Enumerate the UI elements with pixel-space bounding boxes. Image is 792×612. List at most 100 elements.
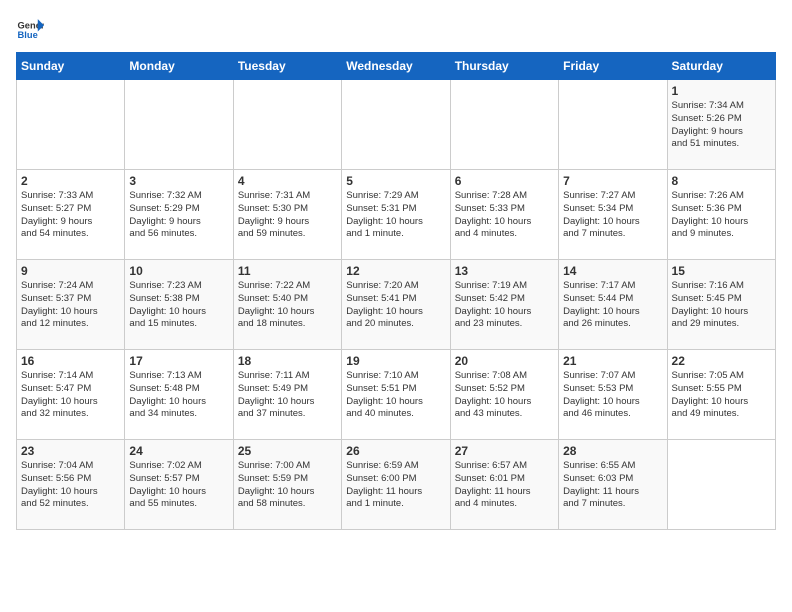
day-number: 7 <box>563 174 662 188</box>
calendar-cell <box>559 80 667 170</box>
weekday-header-friday: Friday <box>559 53 667 80</box>
day-info: Sunrise: 7:19 AM Sunset: 5:42 PM Dayligh… <box>455 280 554 331</box>
day-number: 3 <box>129 174 228 188</box>
calendar-cell: 23 Sunrise: 7:04 AM Sunset: 5:56 PM Dayli… <box>17 440 125 530</box>
day-info: Sunrise: 7:34 AM Sunset: 5:26 PM Dayligh… <box>672 100 771 151</box>
day-number: 28 <box>563 444 662 458</box>
day-info: Sunrise: 7:13 AM Sunset: 5:48 PM Dayligh… <box>129 370 228 421</box>
day-info: Sunrise: 7:32 AM Sunset: 5:29 PM Dayligh… <box>129 190 228 241</box>
svg-text:Blue: Blue <box>18 30 38 40</box>
calendar-cell <box>233 80 341 170</box>
calendar-cell <box>450 80 558 170</box>
day-info: Sunrise: 7:28 AM Sunset: 5:33 PM Dayligh… <box>455 190 554 241</box>
day-number: 1 <box>672 84 771 98</box>
calendar-cell <box>17 80 125 170</box>
week-row-2: 2Sunrise: 7:33 AM Sunset: 5:27 PM Daylig… <box>17 170 776 260</box>
week-row-4: 16 Sunrise: 7:14 AM Sunset: 5:47 PM Dayli… <box>17 350 776 440</box>
day-number: 17 <box>129 354 228 368</box>
calendar-cell: 10 Sunrise: 7:23 AM Sunset: 5:38 PM Dayli… <box>125 260 233 350</box>
calendar-cell: 19 Sunrise: 7:10 AM Sunset: 5:51 PM Dayli… <box>342 350 450 440</box>
calendar-cell <box>125 80 233 170</box>
day-info: Sunrise: 7:22 AM Sunset: 5:40 PM Dayligh… <box>238 280 337 331</box>
day-info: Sunrise: 7:05 AM Sunset: 5:55 PM Dayligh… <box>672 370 771 421</box>
weekday-header-row: SundayMondayTuesdayWednesdayThursdayFrid… <box>17 53 776 80</box>
calendar-cell: 15 Sunrise: 7:16 AM Sunset: 5:45 PM Dayli… <box>667 260 775 350</box>
day-info: Sunrise: 6:59 AM Sunset: 6:00 PM Dayligh… <box>346 460 445 511</box>
day-number: 24 <box>129 444 228 458</box>
day-number: 22 <box>672 354 771 368</box>
week-row-1: 1 Sunrise: 7:34 AM Sunset: 5:26 PM Daylig… <box>17 80 776 170</box>
day-info: Sunrise: 7:23 AM Sunset: 5:38 PM Dayligh… <box>129 280 228 331</box>
day-info: Sunrise: 7:33 AM Sunset: 5:27 PM Dayligh… <box>21 190 120 241</box>
week-row-5: 23 Sunrise: 7:04 AM Sunset: 5:56 PM Dayli… <box>17 440 776 530</box>
day-number: 13 <box>455 264 554 278</box>
calendar-cell: 13 Sunrise: 7:19 AM Sunset: 5:42 PM Dayli… <box>450 260 558 350</box>
day-info: Sunrise: 7:24 AM Sunset: 5:37 PM Dayligh… <box>21 280 120 331</box>
weekday-header-wednesday: Wednesday <box>342 53 450 80</box>
day-number: 14 <box>563 264 662 278</box>
calendar-cell: 1 Sunrise: 7:34 AM Sunset: 5:26 PM Daylig… <box>667 80 775 170</box>
day-info: Sunrise: 7:16 AM Sunset: 5:45 PM Dayligh… <box>672 280 771 331</box>
day-info: Sunrise: 7:26 AM Sunset: 5:36 PM Dayligh… <box>672 190 771 241</box>
day-number: 21 <box>563 354 662 368</box>
weekday-header-sunday: Sunday <box>17 53 125 80</box>
day-number: 8 <box>672 174 771 188</box>
day-number: 16 <box>21 354 120 368</box>
day-info: Sunrise: 7:29 AM Sunset: 5:31 PM Dayligh… <box>346 190 445 241</box>
calendar-cell <box>342 80 450 170</box>
day-info: Sunrise: 7:00 AM Sunset: 5:59 PM Dayligh… <box>238 460 337 511</box>
day-info: Sunrise: 7:02 AM Sunset: 5:57 PM Dayligh… <box>129 460 228 511</box>
calendar-cell: 14 Sunrise: 7:17 AM Sunset: 5:44 PM Dayli… <box>559 260 667 350</box>
calendar-cell: 5 Sunrise: 7:29 AM Sunset: 5:31 PM Daylig… <box>342 170 450 260</box>
calendar-cell: 20 Sunrise: 7:08 AM Sunset: 5:52 PM Dayli… <box>450 350 558 440</box>
calendar-cell: 9 Sunrise: 7:24 AM Sunset: 5:37 PM Daylig… <box>17 260 125 350</box>
calendar-cell: 3 Sunrise: 7:32 AM Sunset: 5:29 PM Daylig… <box>125 170 233 260</box>
day-number: 11 <box>238 264 337 278</box>
day-info: Sunrise: 7:04 AM Sunset: 5:56 PM Dayligh… <box>21 460 120 511</box>
day-info: Sunrise: 7:27 AM Sunset: 5:34 PM Dayligh… <box>563 190 662 241</box>
day-number: 23 <box>21 444 120 458</box>
calendar-cell: 24 Sunrise: 7:02 AM Sunset: 5:57 PM Dayli… <box>125 440 233 530</box>
calendar-cell: 27Sunrise: 6:57 AM Sunset: 6:01 PM Dayli… <box>450 440 558 530</box>
day-number: 5 <box>346 174 445 188</box>
week-row-3: 9 Sunrise: 7:24 AM Sunset: 5:37 PM Daylig… <box>17 260 776 350</box>
calendar-cell: 18 Sunrise: 7:11 AM Sunset: 5:49 PM Dayli… <box>233 350 341 440</box>
day-number: 10 <box>129 264 228 278</box>
calendar-cell: 11 Sunrise: 7:22 AM Sunset: 5:40 PM Dayli… <box>233 260 341 350</box>
weekday-header-tuesday: Tuesday <box>233 53 341 80</box>
calendar-cell: 12 Sunrise: 7:20 AM Sunset: 5:41 PM Dayli… <box>342 260 450 350</box>
day-number: 20 <box>455 354 554 368</box>
weekday-header-saturday: Saturday <box>667 53 775 80</box>
calendar-cell <box>667 440 775 530</box>
day-info: Sunrise: 7:07 AM Sunset: 5:53 PM Dayligh… <box>563 370 662 421</box>
calendar-cell: 22 Sunrise: 7:05 AM Sunset: 5:55 PM Dayli… <box>667 350 775 440</box>
day-info: Sunrise: 7:20 AM Sunset: 5:41 PM Dayligh… <box>346 280 445 331</box>
day-info: Sunrise: 7:17 AM Sunset: 5:44 PM Dayligh… <box>563 280 662 331</box>
day-number: 18 <box>238 354 337 368</box>
header: General Blue <box>16 16 776 44</box>
calendar-cell: 28 Sunrise: 6:55 AM Sunset: 6:03 PM Dayli… <box>559 440 667 530</box>
calendar-cell: 8 Sunrise: 7:26 AM Sunset: 5:36 PM Daylig… <box>667 170 775 260</box>
calendar-cell: 21 Sunrise: 7:07 AM Sunset: 5:53 PM Dayli… <box>559 350 667 440</box>
day-info: Sunrise: 7:10 AM Sunset: 5:51 PM Dayligh… <box>346 370 445 421</box>
calendar-table: SundayMondayTuesdayWednesdayThursdayFrid… <box>16 52 776 530</box>
calendar-cell: 7 Sunrise: 7:27 AM Sunset: 5:34 PM Daylig… <box>559 170 667 260</box>
day-info: Sunrise: 6:57 AM Sunset: 6:01 PM Dayligh… <box>455 460 554 511</box>
day-number: 25 <box>238 444 337 458</box>
day-number: 9 <box>21 264 120 278</box>
day-info: Sunrise: 7:11 AM Sunset: 5:49 PM Dayligh… <box>238 370 337 421</box>
logo-icon: General Blue <box>16 16 44 44</box>
day-number: 15 <box>672 264 771 278</box>
day-info: Sunrise: 6:55 AM Sunset: 6:03 PM Dayligh… <box>563 460 662 511</box>
calendar-cell: 17 Sunrise: 7:13 AM Sunset: 5:48 PM Dayli… <box>125 350 233 440</box>
calendar-cell: 2Sunrise: 7:33 AM Sunset: 5:27 PM Daylig… <box>17 170 125 260</box>
logo: General Blue <box>16 16 48 44</box>
weekday-header-monday: Monday <box>125 53 233 80</box>
day-number: 19 <box>346 354 445 368</box>
day-info: Sunrise: 7:14 AM Sunset: 5:47 PM Dayligh… <box>21 370 120 421</box>
weekday-header-thursday: Thursday <box>450 53 558 80</box>
day-info: Sunrise: 7:08 AM Sunset: 5:52 PM Dayligh… <box>455 370 554 421</box>
calendar-cell: 4Sunrise: 7:31 AM Sunset: 5:30 PM Daylig… <box>233 170 341 260</box>
day-number: 12 <box>346 264 445 278</box>
day-number: 4 <box>238 174 337 188</box>
